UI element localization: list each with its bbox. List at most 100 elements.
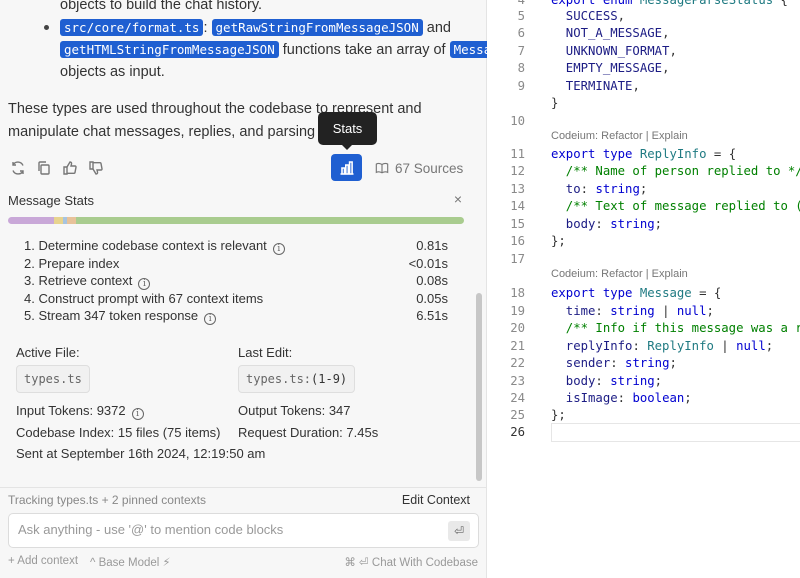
stats-step: 4. Construct prompt with 67 context item…	[24, 290, 448, 308]
bullet-line-1: src/core/format.ts: getRawStringFromMess…	[60, 17, 451, 39]
step-duration: <0.01s	[408, 255, 448, 271]
bullet-line-3: objects as input.	[60, 64, 165, 80]
code-line: 17	[487, 251, 800, 269]
code-line: 14 /** Text of message replied to (or	[487, 198, 800, 216]
line-number: 25	[510, 408, 525, 422]
line-number: 22	[510, 356, 525, 370]
stats-step: 1. Determine codebase context is relevan…	[24, 237, 448, 255]
bullet-line-2: getHTMLStringFromMessageJSON functions t…	[60, 39, 511, 61]
info-icon[interactable]: i	[131, 408, 144, 420]
footer-divider	[0, 487, 487, 488]
line-number: 23	[510, 374, 525, 388]
timing-bar	[8, 217, 464, 224]
code-line: 7 UNKNOWN_FORMAT,	[487, 43, 800, 61]
stats-step: 5. Stream 347 token response i 6.51s	[24, 307, 448, 326]
line-number: 7	[517, 44, 525, 58]
line-text: replyInfo: ReplyInfo | null;	[551, 339, 774, 353]
thumbs-down-icon[interactable]	[86, 158, 106, 178]
tracking-context-text: Tracking types.ts + 2 pinned contexts	[8, 493, 206, 507]
active-file-chip[interactable]: types.ts	[16, 365, 90, 393]
line-number: 13	[510, 182, 525, 196]
code-line: 24 isImage: boolean;	[487, 390, 800, 408]
chat-panel: objects to build the chat history. src/c…	[0, 0, 511, 578]
response-paragraph: These types are used throughout the code…	[8, 101, 422, 140]
code-line: }	[487, 95, 800, 113]
input-tokens: Input Tokens: 9372 i	[16, 403, 144, 420]
line-number: 12	[510, 164, 525, 178]
code-line: 21 replyInfo: ReplyInfo | null;	[487, 338, 800, 356]
bullet-partial-text: objects to build the chat history.	[60, 0, 263, 13]
current-line-highlight	[551, 423, 800, 442]
line-number: 5	[517, 9, 525, 23]
sources-label: 67 Sources	[395, 160, 464, 176]
line-number: 21	[510, 339, 525, 353]
line-number: 10	[510, 114, 525, 128]
sources-button[interactable]: 67 Sources	[375, 158, 463, 178]
code-line: 16};	[487, 233, 800, 251]
code-line: 15 body: string;	[487, 216, 800, 234]
line-number: 6	[517, 26, 525, 40]
chat-with-codebase-button[interactable]: ⌘ ⏎ Chat With Codebase	[344, 555, 478, 569]
chat-input[interactable]	[18, 522, 438, 537]
line-number: 9	[517, 79, 525, 93]
line-text: UNKNOWN_FORMAT,	[551, 44, 677, 58]
close-icon[interactable]: ×	[454, 191, 462, 207]
line-text: isImage: boolean;	[551, 391, 692, 405]
line-text: /** Name of person replied to */	[551, 164, 800, 178]
code-line: 20 /** Info if this message was a rep	[487, 320, 800, 338]
info-icon[interactable]: i	[204, 313, 217, 326]
step-label: 2. Prepare index	[24, 255, 120, 271]
thumbs-up-icon[interactable]	[60, 158, 80, 178]
line-text: SUCCESS,	[551, 9, 626, 23]
message-actions	[8, 158, 106, 178]
info-icon[interactable]: i	[138, 278, 151, 291]
add-context-button[interactable]: + Add context	[8, 555, 78, 567]
step-label: 5. Stream 347 token response	[24, 308, 199, 324]
line-number: 24	[510, 391, 525, 405]
function-reference-chip[interactable]: getRawStringFromMessageJSON	[211, 19, 423, 36]
line-text: NOT_A_MESSAGE,	[551, 26, 670, 40]
bullet-text: functions take an array of	[282, 42, 446, 58]
timing-bar-segment	[8, 217, 54, 224]
timing-bar-segment	[76, 217, 464, 224]
copy-icon[interactable]	[34, 158, 54, 178]
step-label: 1. Determine codebase context is relevan…	[24, 238, 267, 253]
code-line: 18 export type Message = {	[487, 285, 800, 303]
function-reference-chip[interactable]: getHTMLStringFromMessageJSON	[60, 41, 279, 58]
last-edit-range: (1-9)	[311, 372, 348, 386]
info-icon[interactable]: i	[272, 243, 285, 255]
line-text: body: string;	[551, 217, 663, 231]
line-number: 26	[510, 425, 525, 439]
submit-icon[interactable]: ⏎	[448, 521, 470, 541]
request-duration: Request Duration: 7.45s	[238, 425, 379, 440]
code-line: 25};	[487, 407, 800, 425]
line-number: 15	[510, 217, 525, 231]
line-text: to: string;	[551, 182, 648, 196]
last-edit-chip[interactable]: types.ts: (1-9)	[238, 365, 356, 393]
stats-button[interactable]	[331, 154, 362, 181]
message-stats-header: Message Stats ×	[8, 191, 464, 209]
base-model-selector[interactable]: ^ Base Model ⚡	[90, 555, 171, 569]
edit-context-button[interactable]: Edit Context	[402, 493, 470, 507]
code-editor[interactable]: 4 export enum MessageParseStatus {5 SUCCE…	[487, 0, 800, 578]
stats-steps: 1. Determine codebase context is relevan…	[24, 237, 448, 326]
line-text: TERMINATE,	[551, 79, 640, 93]
file-reference-chip[interactable]: src/core/format.ts	[60, 19, 204, 36]
output-tokens: Output Tokens: 347	[238, 403, 351, 418]
code-line: 12 /** Name of person replied to */	[487, 163, 800, 181]
line-number: 19	[510, 304, 525, 318]
code-line: 13 to: string;	[487, 181, 800, 199]
line-text: }	[551, 96, 559, 110]
line-number: 18	[510, 286, 525, 300]
codeium-lens[interactable]: Codeium: Refactor | Explain	[551, 130, 688, 142]
code-line: 9 TERMINATE,	[487, 78, 800, 96]
and-text: and	[426, 20, 451, 36]
chat-scrollbar[interactable]	[476, 293, 482, 481]
code-line: 10	[487, 113, 800, 131]
step-label: 3. Retrieve context	[24, 273, 133, 289]
refresh-icon[interactable]	[8, 158, 28, 178]
line-text: time: string | null;	[551, 304, 714, 318]
active-file-label: Active File:	[16, 345, 80, 360]
codeium-lens[interactable]: Codeium: Refactor | Explain	[551, 268, 688, 280]
line-text: body: string;	[551, 374, 663, 388]
